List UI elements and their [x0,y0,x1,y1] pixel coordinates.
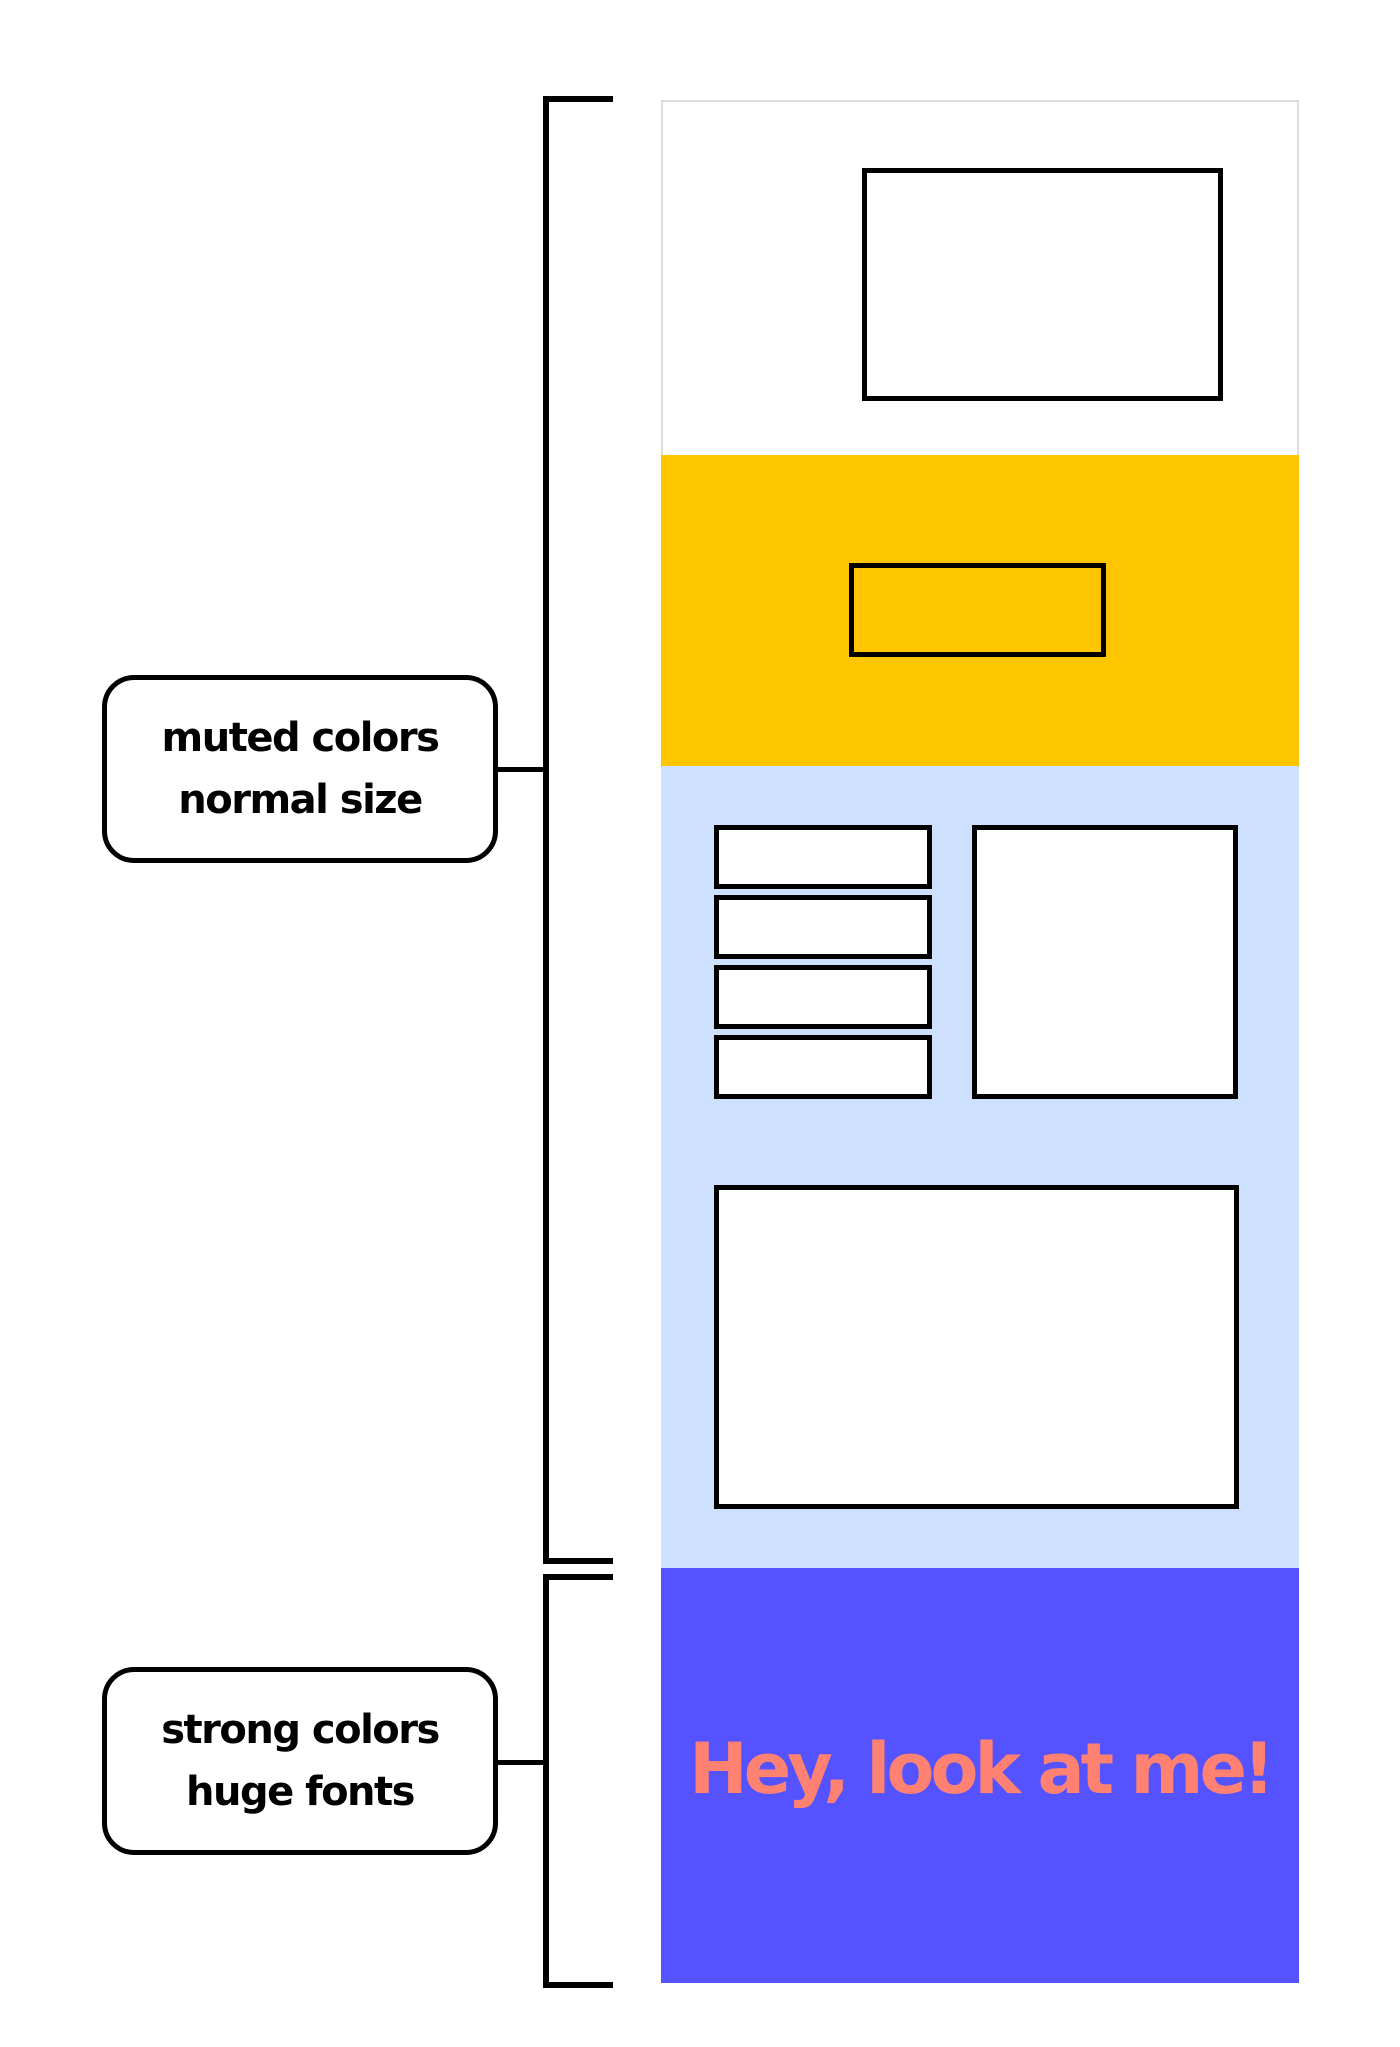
label-muted-text: muted colors normal size [161,707,440,831]
wireframe-content-block [714,1185,1239,1509]
label-strong-line2: huge fonts [186,1769,415,1815]
label-strong-text: strong colors huge fonts [161,1699,440,1823]
label-muted-line1: muted colors [161,715,440,761]
section-call-to-action: Hey, look at me! [661,1568,1299,1983]
wireframe-header-image [862,168,1223,401]
bracket-muted-group [543,96,613,1564]
wireframe-list-item [714,825,932,889]
hero-text: Hey, look at me! [689,1727,1275,1810]
wireframe-list-item [714,895,932,959]
label-strong-line1: strong colors [161,1707,440,1753]
connector-strong-label [498,1760,546,1765]
wireframe-banner-button [849,563,1106,657]
wireframe-list-item [714,965,932,1029]
label-muted-line2: normal size [178,777,423,823]
connector-muted-label [498,767,546,772]
bracket-strong-group [543,1574,613,1988]
label-muted-colors: muted colors normal size [102,675,498,863]
wireframe-list-item [714,1035,932,1099]
label-strong-colors: strong colors huge fonts [102,1667,498,1855]
wireframe-side-panel [972,825,1238,1099]
